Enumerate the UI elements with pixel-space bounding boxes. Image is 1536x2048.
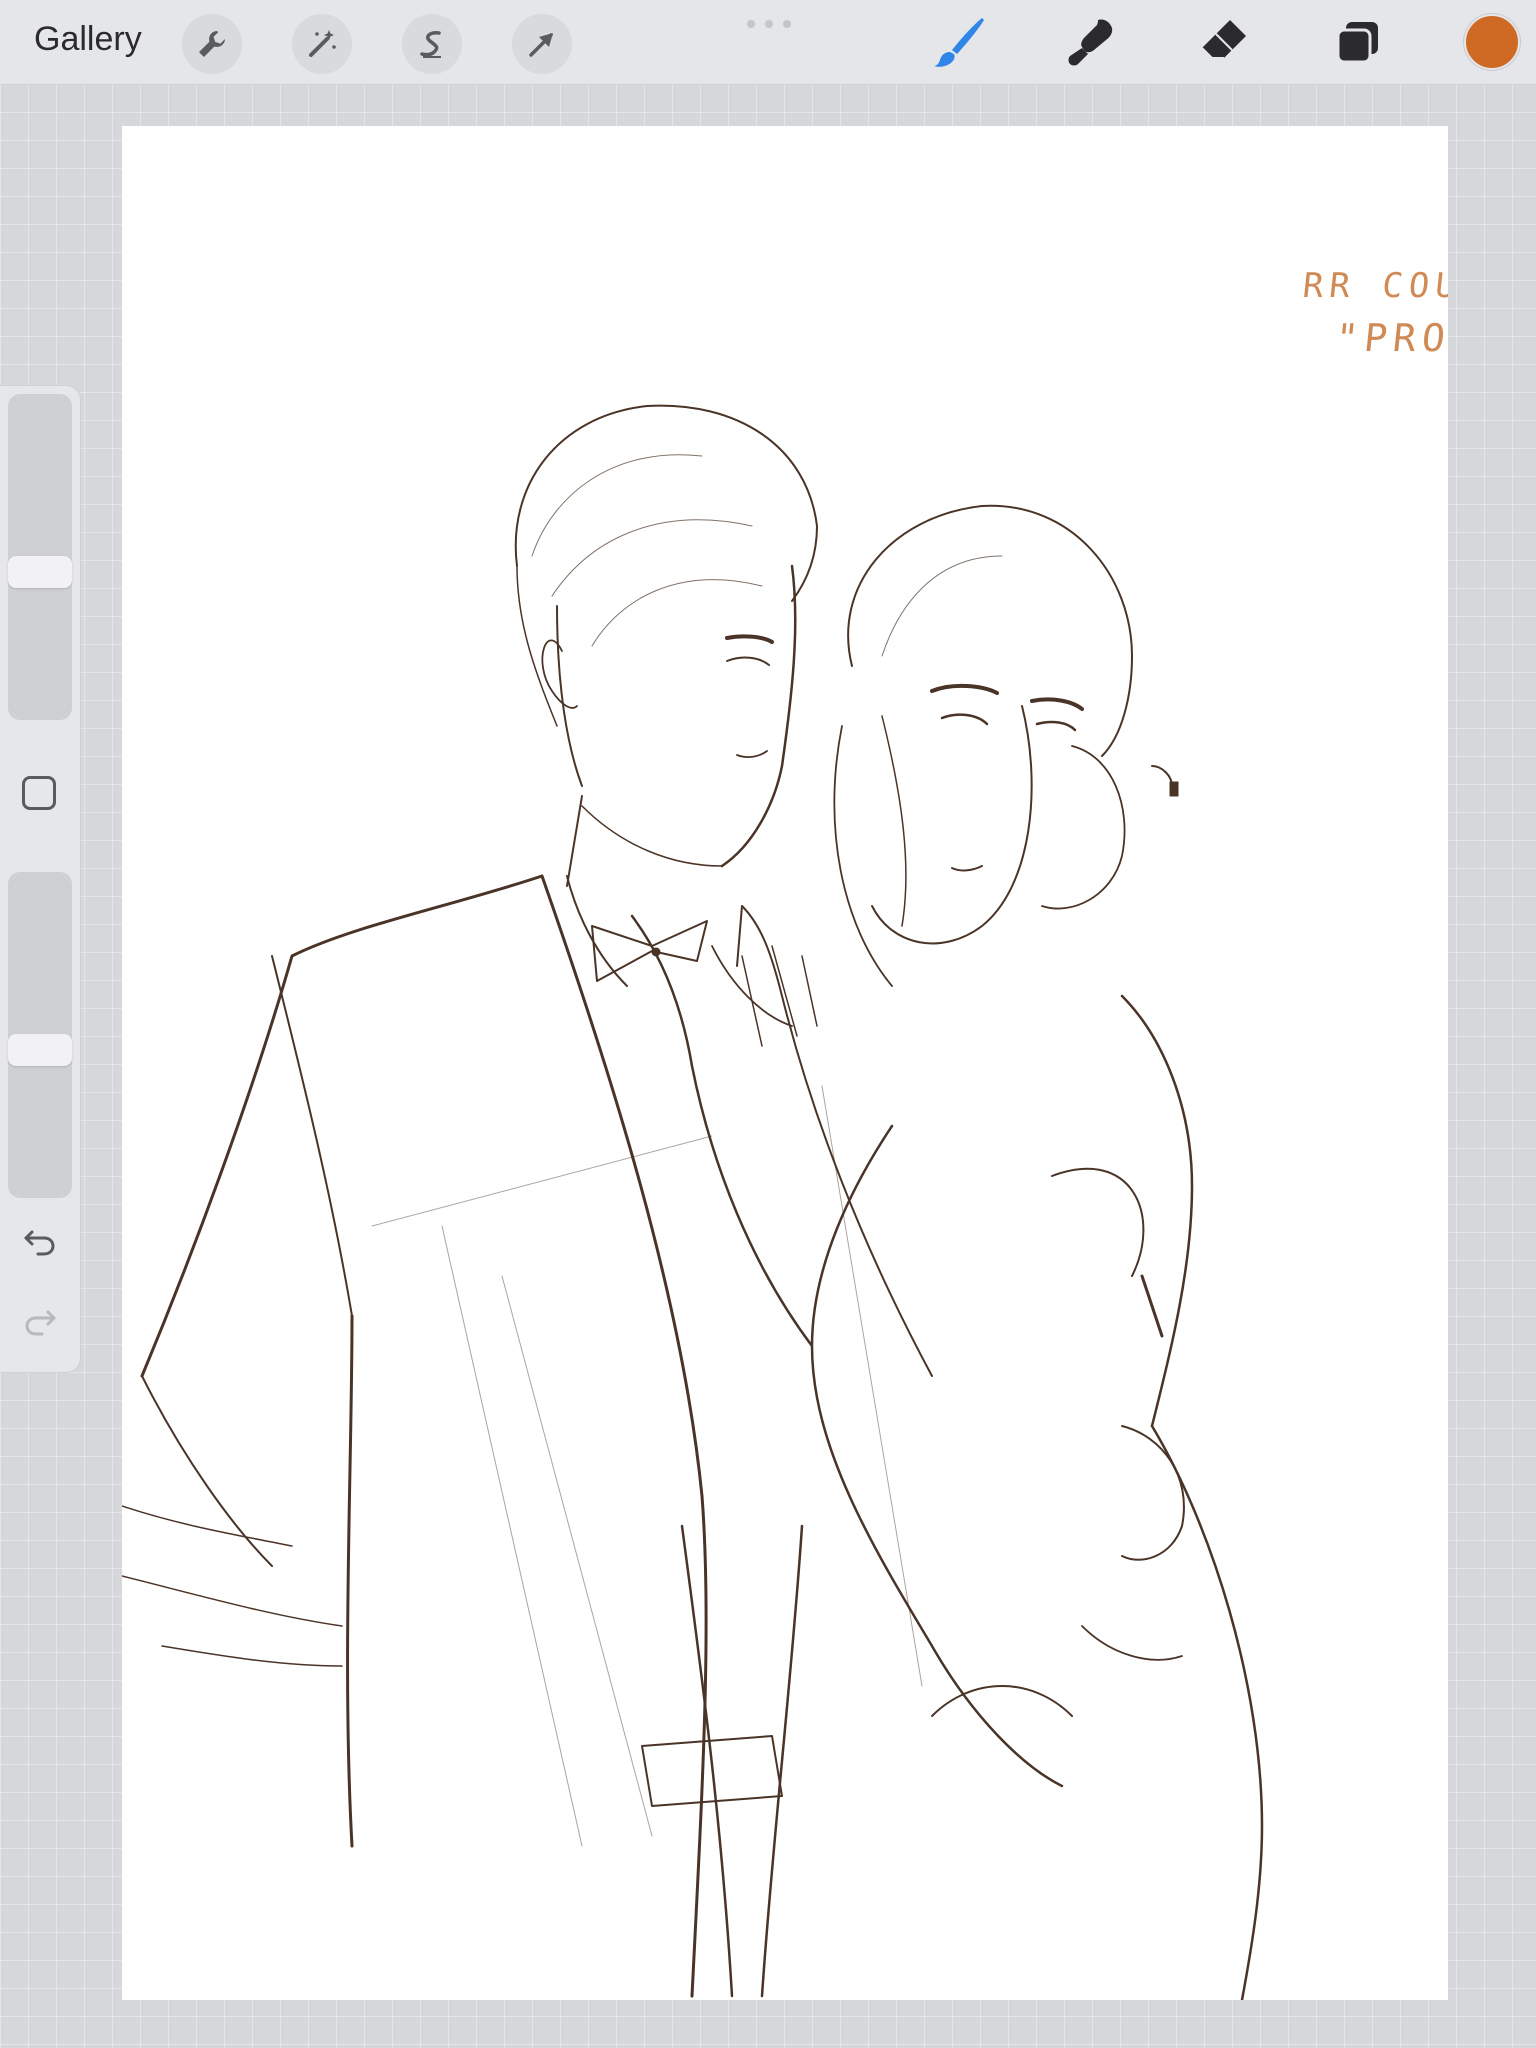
- color-picker-button[interactable]: [1464, 14, 1520, 70]
- transform-arrow-icon: [529, 33, 553, 57]
- redo-button[interactable]: [18, 1302, 62, 1342]
- square-icon[interactable]: [22, 776, 56, 810]
- left-sidebar: [0, 386, 80, 1372]
- actions-button[interactable]: [182, 14, 242, 74]
- gallery-button[interactable]: Gallery: [34, 20, 142, 59]
- handwritten-note: RR COUPLE "PROM": [1292, 266, 1448, 376]
- paint-tool-button[interactable]: [928, 12, 992, 72]
- wrench-icon: [199, 31, 225, 57]
- transform-button[interactable]: [512, 14, 572, 74]
- opacity-slider[interactable]: [8, 872, 72, 1198]
- eraser-icon: [1201, 20, 1246, 59]
- sketch-illustration: [122, 404, 1264, 2000]
- brush-icon: [934, 18, 984, 67]
- toolbar-grabber[interactable]: [747, 20, 791, 28]
- opacity-thumb[interactable]: [8, 1033, 72, 1066]
- layers-button[interactable]: [1326, 12, 1390, 72]
- selection-button[interactable]: [402, 14, 462, 74]
- undo-button[interactable]: [18, 1222, 62, 1262]
- top-toolbar: Gallery: [0, 0, 1536, 85]
- selection-icon: [420, 31, 441, 58]
- undo-icon: [24, 1230, 55, 1256]
- redo-icon: [25, 1310, 56, 1336]
- adjustments-button[interactable]: [292, 14, 352, 74]
- smudge-icon: [1068, 19, 1113, 66]
- drawing-canvas[interactable]: RR COUPLE "PROM": [122, 126, 1448, 2000]
- erase-tool-button[interactable]: [1192, 12, 1256, 72]
- brush-size-slider[interactable]: [8, 394, 72, 720]
- brush-size-thumb[interactable]: [8, 555, 72, 588]
- note-line-1: RR COUPLE: [1300, 266, 1448, 306]
- magic-wand-icon: [309, 30, 336, 57]
- smudge-tool-button[interactable]: [1060, 12, 1124, 72]
- note-line-2: "PROM": [1333, 316, 1448, 360]
- layers-icon: [1336, 22, 1378, 64]
